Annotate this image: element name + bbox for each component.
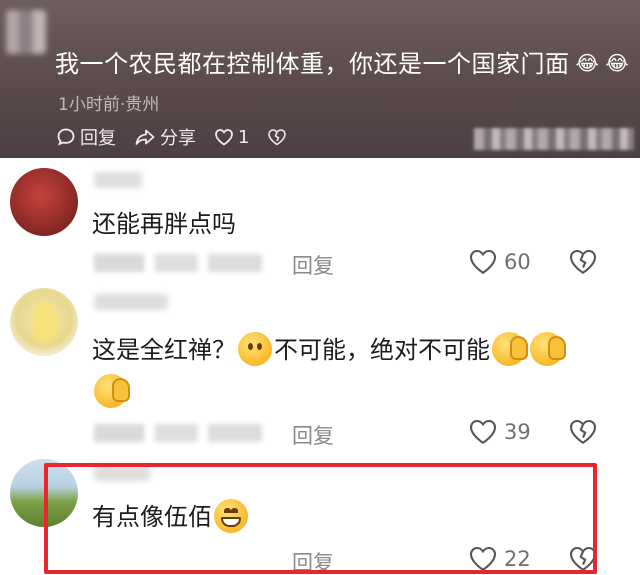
broken-heart-icon [268, 129, 287, 146]
heart-icon [215, 129, 233, 146]
share-arrow-icon [135, 129, 155, 145]
broken-heart-icon [569, 419, 597, 444]
facepalm-emoji-icon [94, 374, 130, 408]
dislike-button[interactable] [568, 418, 598, 449]
blurred-comment-meta [94, 254, 262, 272]
avatar[interactable] [10, 288, 78, 356]
comment-text-part: 不可能，绝对不可能 [274, 336, 490, 364]
blurred-avatar[interactable] [6, 10, 46, 54]
top-comment-body: 我一个农民都在控制体重，你还是一个国家门面 [55, 50, 570, 78]
dislike-button[interactable] [267, 128, 291, 146]
blurred-comment-meta [94, 424, 262, 442]
laughing-crying-emoji-icon: 😂 [575, 51, 600, 75]
heart-icon [469, 249, 497, 274]
blurred-region [474, 128, 634, 150]
broken-heart-icon [569, 249, 597, 274]
avatar-figure [32, 302, 58, 342]
like-count: 39 [504, 419, 531, 444]
share-label: 分享 [160, 128, 196, 149]
like-count: 60 [504, 249, 531, 274]
like-button[interactable]: 39 [468, 418, 531, 445]
reply-label: 回复 [80, 128, 116, 149]
blurred-username[interactable] [94, 294, 168, 310]
heart-icon [469, 419, 497, 444]
reply-button[interactable]: 回复 [56, 124, 116, 150]
top-comment-actions: 回复 分享 1 [56, 124, 309, 150]
top-comment-text: 我一个农民都在控制体重，你还是一个国家门面 😂 😂 [55, 44, 629, 79]
like-button[interactable]: 60 [468, 248, 531, 275]
comment-item: 这是全红禅？ 不可能，绝对不可能 回复 39 [0, 288, 640, 460]
facepalm-emoji-icon [530, 332, 566, 366]
dislike-button[interactable] [568, 248, 598, 279]
like-button[interactable]: 1 [214, 127, 249, 148]
avatar[interactable] [10, 168, 78, 236]
top-comment-card: 我一个农民都在控制体重，你还是一个国家门面 😂 😂 1小时前·贵州 回复 分享 1 [0, 0, 640, 158]
blurred-username[interactable] [94, 172, 142, 188]
comment-text: 还能再胖点吗 [92, 210, 236, 238]
top-comment-meta: 1小时前·贵州 [58, 95, 160, 115]
red-highlight-box [44, 463, 597, 574]
comment-text-continued [92, 374, 130, 408]
share-button[interactable]: 分享 [134, 124, 196, 150]
comment-text: 这是全红禅？ 不可能，绝对不可能 [92, 330, 566, 366]
laughing-crying-emoji-icon: 😂 [605, 51, 630, 75]
comment-bubble-icon [57, 128, 75, 146]
like-count: 1 [238, 126, 250, 148]
comment-item: 还能再胖点吗 回复 60 [0, 158, 640, 288]
comment-text-part: 这是全红禅？ [92, 336, 236, 364]
facepalm-emoji-icon [492, 332, 528, 366]
reply-button[interactable]: 回复 [292, 250, 334, 280]
reply-button[interactable]: 回复 [292, 420, 334, 450]
thinking-emoji-icon [238, 332, 272, 366]
